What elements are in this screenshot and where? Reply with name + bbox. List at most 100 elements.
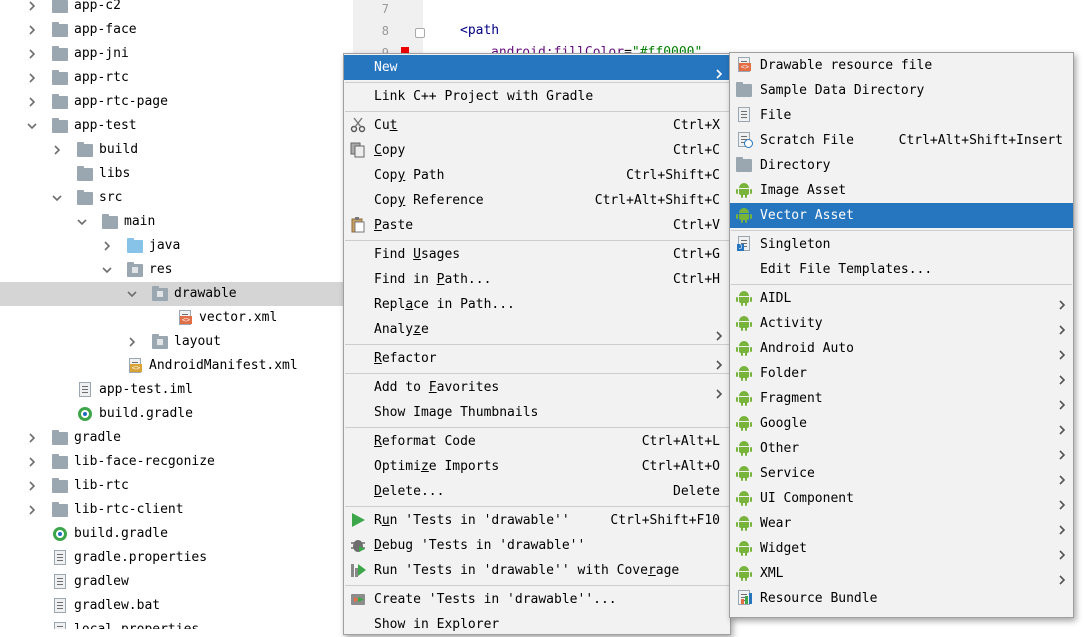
tree-item[interactable]: main [0,210,343,234]
tree-item[interactable]: local.properties [0,618,343,629]
tree-item-icon [52,502,68,518]
menu-item-image-asset[interactable]: Image Asset [730,178,1073,203]
menu-item-new[interactable]: New [344,55,730,80]
menu-item-wear[interactable]: Wear [730,511,1073,536]
tree-item[interactable]: src [0,186,343,210]
resource-folder-icon [127,262,143,277]
menu-item-replace-in-path[interactable]: Replace in Path... [344,292,730,317]
chevron-down-icon[interactable] [101,258,113,282]
menu-item-analyze[interactable]: Analyze [344,317,730,342]
tree-item[interactable]: layout [0,330,343,354]
menu-item-show-image-thumbnails[interactable]: Show Image Thumbnails [344,400,730,425]
chevron-right-icon[interactable] [26,66,38,90]
chevron-down-icon[interactable] [76,210,88,234]
menu-item-cut[interactable]: Cut Ctrl+X [344,113,730,138]
menu-item-run-tests-in-drawable[interactable]: Run 'Tests in 'drawable'' Ctrl+Shift+F10 [344,508,730,533]
menu-item-android-auto[interactable]: Android Auto [730,336,1073,361]
menu-item-other[interactable]: Other [730,436,1073,461]
android-icon [736,315,752,331]
chevron-right-icon[interactable] [26,474,38,498]
chevron-right-icon[interactable] [26,90,38,114]
menu-item-icon [736,565,753,582]
menu-item-file[interactable]: File [730,103,1073,128]
tree-item[interactable]: drawable [0,282,343,306]
tree-item[interactable]: gradlew.bat [0,594,343,618]
chevron-down-icon[interactable] [26,114,38,138]
menu-item-drawable-resource-file[interactable]: <> Drawable resource file [730,53,1073,78]
menu-item-sample-data-directory[interactable]: Sample Data Directory [730,78,1073,103]
menu-item-ui-component[interactable]: UI Component [730,486,1073,511]
menu-item-edit-file-templates[interactable]: Edit File Templates... [730,257,1073,282]
tree-item[interactable]: lib-rtc [0,474,343,498]
tree-item[interactable]: java [0,234,343,258]
menu-item-folder[interactable]: Folder [730,361,1073,386]
tree-item[interactable]: build.gradle [0,402,343,426]
menu-item-copy[interactable]: Copy Ctrl+C [344,138,730,163]
menu-item-fragment[interactable]: Fragment [730,386,1073,411]
tree-item[interactable]: gradle.properties [0,546,343,570]
chevron-right-icon[interactable] [26,42,38,66]
tree-item[interactable]: gradlew [0,570,343,594]
chevron-right-icon[interactable] [126,330,138,354]
menu-item-copy-reference[interactable]: Copy Reference Ctrl+Alt+Shift+C [344,188,730,213]
tree-item-label: app-jni [74,46,129,61]
chevron-right-icon[interactable] [26,0,38,18]
menu-item-link-c-project-with-gradle[interactable]: Link C++ Project with Gradle [344,84,730,109]
tree-item[interactable]: app-rtc [0,66,343,90]
tree-item-label: lib-rtc [74,478,129,493]
menu-item-google[interactable]: Google [730,411,1073,436]
tree-item-label: layout [174,334,221,349]
menu-item-delete[interactable]: Delete... Delete [344,479,730,504]
chevron-right-icon[interactable] [26,498,38,522]
menu-item-add-to-favorites[interactable]: Add to Favorites [344,375,730,400]
menu-item-resource-bundle[interactable]: Resource Bundle [730,586,1073,611]
tree-item-icon [52,622,68,629]
menu-item-singleton[interactable]: J Singleton [730,232,1073,257]
tree-item[interactable]: lib-face-recgonize [0,450,343,474]
menu-item-optimize-imports[interactable]: Optimize Imports Ctrl+Alt+O [344,454,730,479]
chevron-right-icon[interactable] [26,450,38,474]
tree-item[interactable]: gradle [0,426,343,450]
menu-item-find-in-path[interactable]: Find in Path... Ctrl+H [344,267,730,292]
menu-item-find-usages[interactable]: Find Usages Ctrl+G [344,242,730,267]
menu-item-directory[interactable]: Directory [730,153,1073,178]
fold-marker-icon[interactable] [415,28,425,38]
menu-item-activity[interactable]: Activity [730,311,1073,336]
tree-item[interactable]: libs [0,162,343,186]
menu-item-refactor[interactable]: Refactor [344,346,730,371]
chevron-down-icon[interactable] [51,186,63,210]
menu-item-label: Run 'Tests in 'drawable'' [374,513,570,528]
menu-item-vector-asset[interactable]: Vector Asset [730,203,1073,228]
menu-item-scratch-file[interactable]: Scratch File Ctrl+Alt+Shift+Insert [730,128,1073,153]
menu-item-aidl[interactable]: AIDL [730,286,1073,311]
menu-item-run-tests-in-drawable-with-coverage[interactable]: Run 'Tests in 'drawable'' with Coverage [344,558,730,583]
menu-item-widget[interactable]: Widget [730,536,1073,561]
tree-item[interactable]: app-rtc-page [0,90,343,114]
tree-item[interactable]: app-test [0,114,343,138]
chevron-right-icon[interactable] [26,426,38,450]
menu-item-debug-tests-in-drawable[interactable]: Debug 'Tests in 'drawable'' [344,533,730,558]
menu-item-reformat-code[interactable]: Reformat Code Ctrl+Alt+L [344,429,730,454]
menu-item-paste[interactable]: Paste Ctrl+V [344,213,730,238]
menu-item-create-tests-in-drawable[interactable]: Create 'Tests in 'drawable''... [344,587,730,612]
tree-item-label: java [149,238,181,253]
chevron-right-icon[interactable] [51,138,63,162]
menu-item-show-in-explorer[interactable]: Show in Explorer [344,612,730,637]
tree-item[interactable]: lib-rtc-client [0,498,343,522]
tree-item-icon [127,238,143,254]
tree-item[interactable]: app-jni [0,42,343,66]
tree-item[interactable]: build [0,138,343,162]
tree-item[interactable]: app-face [0,18,343,42]
menu-item-service[interactable]: Service [730,461,1073,486]
chevron-down-icon[interactable] [126,282,138,306]
menu-item-copy-path[interactable]: Copy Path Ctrl+Shift+C [344,163,730,188]
chevron-right-icon[interactable] [26,18,38,42]
tree-item[interactable]: <> AndroidManifest.xml [0,354,343,378]
tree-item[interactable]: app-c2 [0,0,343,18]
menu-item-xml[interactable]: XML [730,561,1073,586]
tree-item[interactable]: app-test.iml [0,378,343,402]
tree-item[interactable]: build.gradle [0,522,343,546]
chevron-right-icon[interactable] [101,234,113,258]
tree-item[interactable]: res [0,258,343,282]
tree-item[interactable]: <> vector.xml [0,306,343,330]
